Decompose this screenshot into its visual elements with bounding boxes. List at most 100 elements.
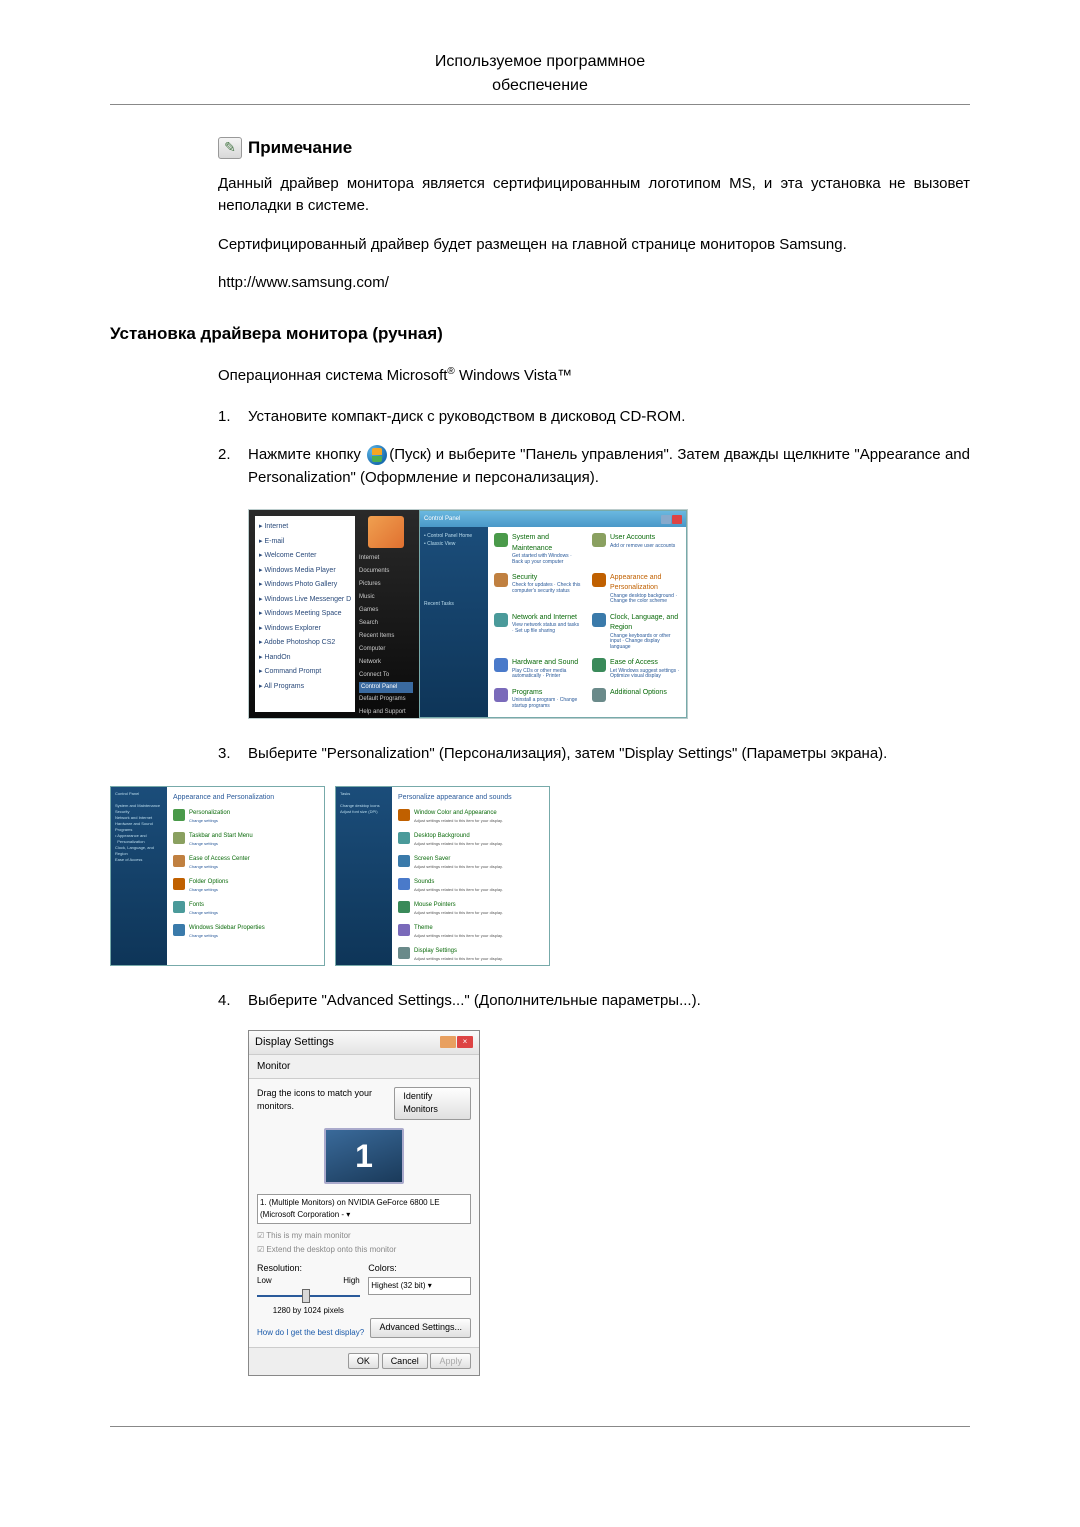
start-menu-item[interactable]: Control Panel bbox=[359, 682, 413, 693]
cp-body: • Control Panel Home • Classic View Rece… bbox=[420, 527, 686, 717]
cp-category[interactable]: User AccountsAdd or remove user accounts bbox=[592, 533, 680, 567]
start-menu-item[interactable]: ▸ Windows Live Messenger Download bbox=[259, 593, 351, 608]
step-1-text: Установите компакт-диск с руководством в… bbox=[248, 406, 970, 429]
os-mid: Windows Vista™ bbox=[455, 367, 572, 384]
personalization-window: Tasks Change desktop icons Adjust font s… bbox=[335, 786, 550, 966]
step-1-num: 1. bbox=[218, 406, 248, 429]
start-menu-item[interactable]: Pictures bbox=[359, 578, 413, 591]
screenshot-display-settings: Display Settings × Monitor Drag the icon… bbox=[248, 1030, 480, 1376]
start-menu-item[interactable]: ▸ Command Prompt bbox=[259, 665, 351, 680]
personalization-item[interactable]: ThemeAdjust settings related to this ite… bbox=[398, 924, 543, 939]
start-menu-item[interactable]: Documents bbox=[359, 565, 413, 578]
cp-titlebar: Control Panel bbox=[420, 511, 686, 527]
start-menu-item[interactable]: ▸ Windows Media Player bbox=[259, 564, 351, 579]
personalization-item[interactable]: Mouse PointersAdjust settings related to… bbox=[398, 901, 543, 916]
appearance-item[interactable]: PersonalizationChange settings bbox=[173, 809, 318, 824]
start-menu: ▸ Internet▸ E-mail▸ Welcome Center▸ Wind… bbox=[249, 510, 419, 718]
ds-window-controls[interactable]: × bbox=[440, 1036, 473, 1048]
personalization-sidebar: Tasks Change desktop icons Adjust font s… bbox=[336, 787, 392, 965]
personalization-item[interactable]: Display SettingsAdjust settings related … bbox=[398, 947, 543, 962]
cp-title: Control Panel bbox=[424, 515, 460, 524]
start-menu-item[interactable]: Search bbox=[359, 617, 413, 630]
main-monitor-checkbox[interactable]: ☑ This is my main monitor bbox=[257, 1230, 471, 1242]
start-menu-left: ▸ Internet▸ E-mail▸ Welcome Center▸ Wind… bbox=[255, 516, 355, 712]
personalization-item[interactable]: Window Color and AppearanceAdjust settin… bbox=[398, 809, 543, 824]
cp-category[interactable]: Network and InternetView network status … bbox=[494, 613, 582, 652]
identify-monitors-button[interactable]: Identify Monitors bbox=[394, 1087, 471, 1120]
start-menu-item[interactable]: ▸ Windows Meeting Space bbox=[259, 607, 351, 622]
start-menu-item[interactable]: ▸ Internet bbox=[259, 520, 351, 535]
start-menu-item[interactable]: ▸ Windows Explorer bbox=[259, 622, 351, 637]
extend-desktop-checkbox[interactable]: ☑ Extend the desktop onto this monitor bbox=[257, 1244, 471, 1256]
best-display-link[interactable]: How do I get the best display? bbox=[257, 1327, 364, 1339]
cp-category[interactable]: System and MaintenanceGet started with W… bbox=[494, 533, 582, 567]
apply-button[interactable]: Apply bbox=[430, 1353, 471, 1369]
start-menu-item[interactable]: Internet bbox=[359, 552, 413, 565]
start-menu-item[interactable]: Network bbox=[359, 656, 413, 669]
personalization-main: Personalize appearance and sounds Window… bbox=[392, 787, 549, 965]
resolution-value: 1280 by 1024 pixels bbox=[257, 1305, 360, 1317]
start-menu-item[interactable]: Games bbox=[359, 604, 413, 617]
os-line: Операционная система Microsoft® Windows … bbox=[218, 364, 970, 388]
start-menu-item[interactable]: ▸ All Programs bbox=[259, 680, 351, 695]
step-4-num: 4. bbox=[218, 990, 248, 1013]
pencil-note-icon: ✎ bbox=[218, 137, 242, 159]
step-3: 3. Выберите "Personalization" (Персонали… bbox=[218, 743, 970, 766]
note-url: http://www.samsung.com/ bbox=[218, 272, 970, 295]
appearance-item[interactable]: FontsChange settings bbox=[173, 901, 318, 916]
cp-category[interactable]: ProgramsUninstall a program · Change sta… bbox=[494, 688, 582, 711]
colors-select[interactable]: Highest (32 bit) ▾ bbox=[368, 1277, 471, 1295]
step-1: 1. Установите компакт-диск с руководство… bbox=[218, 406, 970, 429]
cp-category[interactable]: SecurityCheck for updates · Check this c… bbox=[494, 573, 582, 607]
note-heading-text: Примечание bbox=[248, 135, 352, 161]
personalization-item[interactable]: Screen SaverAdjust settings related to t… bbox=[398, 855, 543, 870]
start-menu-item[interactable]: Music bbox=[359, 591, 413, 604]
ds-tab[interactable]: Monitor bbox=[249, 1055, 479, 1079]
cp-category[interactable]: Clock, Language, and RegionChange keyboa… bbox=[592, 613, 680, 652]
personalization-item[interactable]: Desktop BackgroundAdjust settings relate… bbox=[398, 832, 543, 847]
appearance-item[interactable]: Ease of Access CenterChange settings bbox=[173, 855, 318, 870]
resolution-label: Resolution: bbox=[257, 1262, 360, 1276]
window-controls[interactable] bbox=[661, 515, 682, 524]
appearance-item[interactable]: Folder OptionsChange settings bbox=[173, 878, 318, 893]
start-menu-item[interactable]: ▸ E-mail bbox=[259, 535, 351, 550]
start-menu-item[interactable]: Computer bbox=[359, 643, 413, 656]
step-3-num: 3. bbox=[218, 743, 248, 766]
start-menu-item[interactable]: ▸ Welcome Center bbox=[259, 549, 351, 564]
start-button-icon bbox=[367, 445, 387, 465]
start-menu-item[interactable]: Recent Items bbox=[359, 630, 413, 643]
advanced-settings-button[interactable]: Advanced Settings... bbox=[370, 1318, 471, 1338]
monitor-select[interactable]: 1. (Multiple Monitors) on NVIDIA GeForce… bbox=[257, 1194, 471, 1224]
start-menu-item[interactable]: Default Programs bbox=[359, 693, 413, 706]
os-pre: Операционная система Microsoft bbox=[218, 367, 447, 384]
step-3-text: Выберите "Personalization" (Персонализац… bbox=[248, 743, 970, 766]
monitor-preview[interactable]: 1 bbox=[324, 1128, 404, 1184]
resolution-slider[interactable] bbox=[257, 1289, 360, 1303]
appearance-item[interactable]: Taskbar and Start MenuChange settings bbox=[173, 832, 318, 847]
steps-list: 1. Установите компакт-диск с руководство… bbox=[218, 406, 970, 490]
note-heading: ✎ Примечание bbox=[218, 135, 970, 161]
note-para1: Данный драйвер монитора является сертифи… bbox=[218, 173, 970, 218]
steps-list-cont2: 4. Выберите "Advanced Settings..." (Допо… bbox=[218, 990, 970, 1013]
resolution-block: Resolution: Low High 1280 by 1024 pixels bbox=[257, 1262, 360, 1318]
personalization-item[interactable]: SoundsAdjust settings related to this it… bbox=[398, 878, 543, 893]
appearance-item[interactable]: Windows Sidebar PropertiesChange setting… bbox=[173, 924, 318, 939]
cp-category[interactable]: Ease of AccessLet Windows suggest settin… bbox=[592, 658, 680, 681]
cp-category[interactable]: Appearance and PersonalizationChange des… bbox=[592, 573, 680, 607]
start-menu-item[interactable]: ▸ Windows Photo Gallery bbox=[259, 578, 351, 593]
header-line1: Используемое программное bbox=[110, 50, 970, 74]
ok-button[interactable]: OK bbox=[348, 1353, 379, 1369]
ds-options-row: Resolution: Low High 1280 by 1024 pixels… bbox=[257, 1262, 471, 1318]
start-menu-item[interactable]: ▸ Adobe Photoshop CS2 bbox=[259, 636, 351, 651]
cp-category[interactable]: Additional Options bbox=[592, 688, 680, 711]
user-avatar-icon bbox=[368, 516, 404, 548]
cancel-button[interactable]: Cancel bbox=[382, 1353, 428, 1369]
note-block: ✎ Примечание Данный драйвер монитора явл… bbox=[218, 135, 970, 295]
cp-category[interactable]: Hardware and SoundPlay CDs or other medi… bbox=[494, 658, 582, 681]
appearance-window: Control Panel System and Maintenance Sec… bbox=[110, 786, 325, 966]
screenshot-personalization: Control Panel System and Maintenance Sec… bbox=[110, 786, 550, 966]
start-menu-item[interactable]: ▸ HandOn bbox=[259, 651, 351, 666]
start-menu-item[interactable]: Help and Support bbox=[359, 706, 413, 719]
start-menu-item[interactable]: Connect To bbox=[359, 669, 413, 682]
appearance-main: Appearance and Personalization Personali… bbox=[167, 787, 324, 965]
